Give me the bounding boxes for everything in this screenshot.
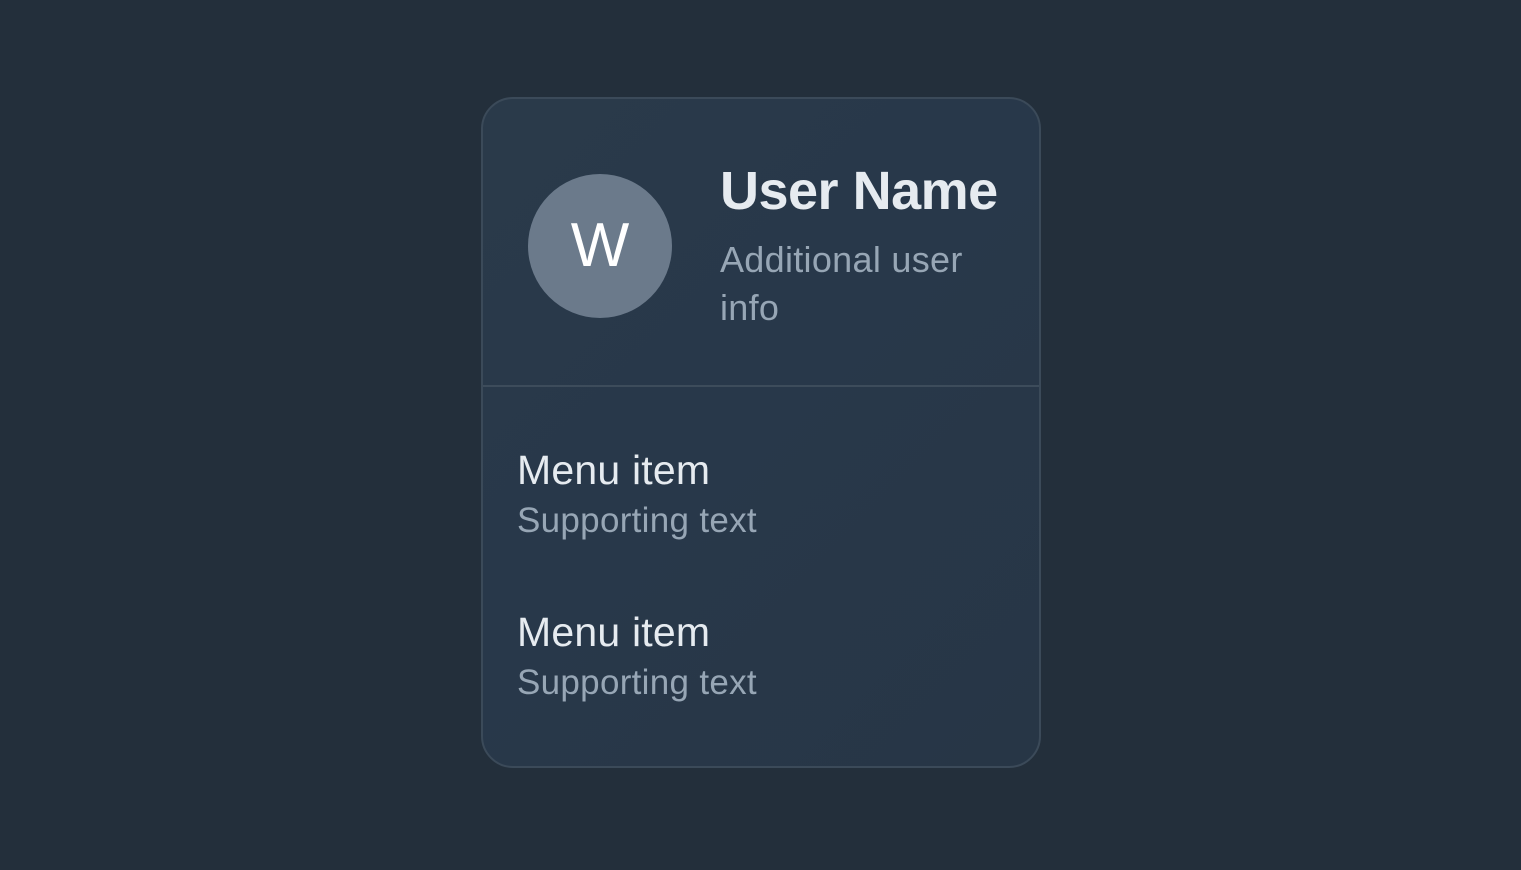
menu-item-supporting-text: Supporting text [517,501,757,540]
menu-item-label: Menu item [517,609,711,655]
menu-item-label: Menu item [517,447,711,493]
menu-item[interactable]: Menu item Supporting text [517,601,997,721]
user-profile-header: W User Name Additional user info [483,99,1039,386]
divider [483,385,1039,387]
user-name: User Name [720,161,998,221]
menu-item-supporting-text: Supporting text [517,663,757,702]
user-info: Additional user info [720,239,963,328]
user-menu-card: W User Name Additional user info Menu it… [481,97,1041,768]
menu-item[interactable]: Menu item Supporting text [517,439,997,559]
avatar-initial: W [570,211,630,280]
avatar[interactable]: W [528,174,672,318]
